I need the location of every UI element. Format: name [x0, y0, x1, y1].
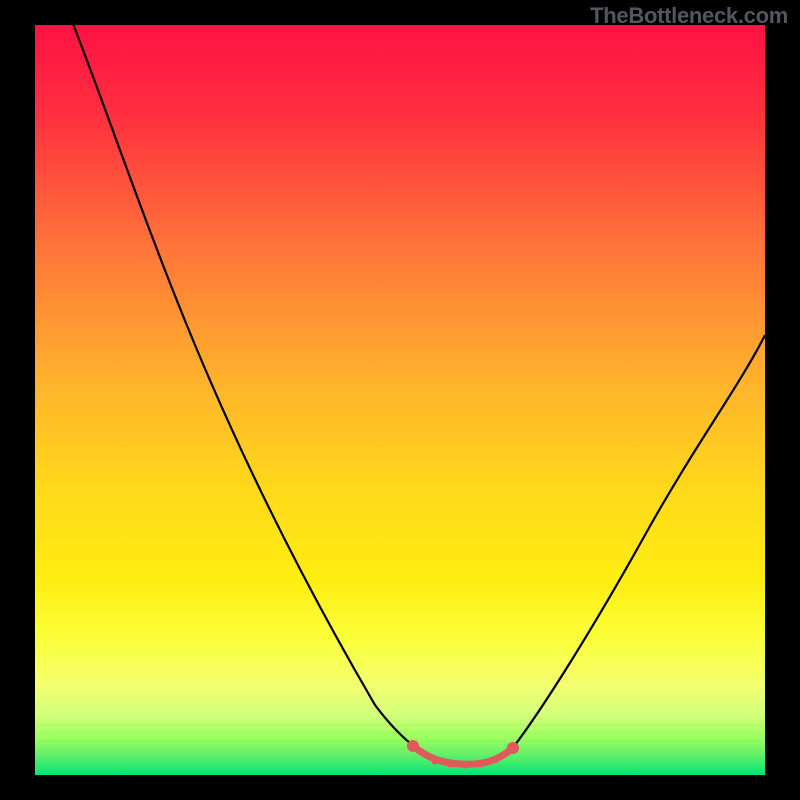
- black-curve: [72, 25, 766, 764]
- chart-frame: TheBottleneck.com: [0, 0, 800, 800]
- curve-layer: [35, 25, 765, 775]
- plot-area: [35, 25, 765, 775]
- watermark-text: TheBottleneck.com: [590, 3, 788, 29]
